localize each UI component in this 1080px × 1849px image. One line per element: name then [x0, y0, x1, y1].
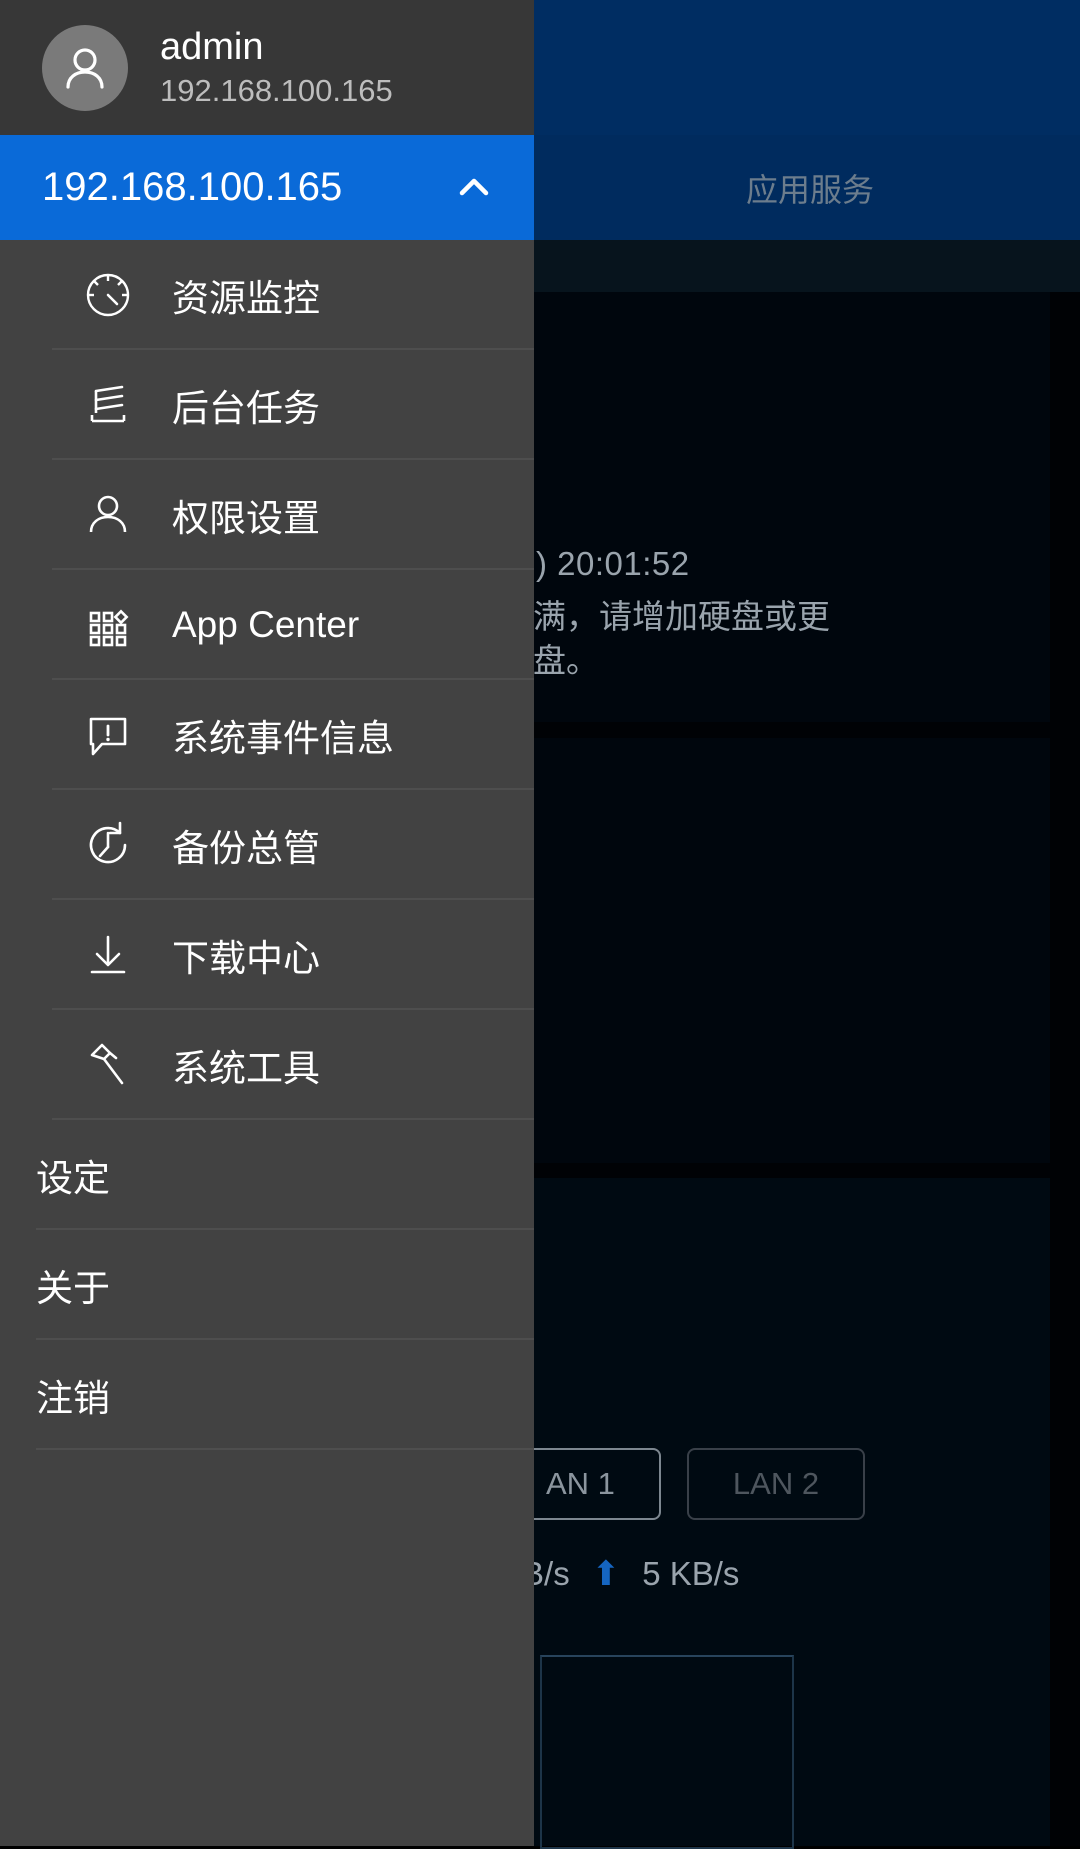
menu-item-system-tools[interactable]: 系统工具 [0, 1010, 534, 1120]
menu-item-label: 备份总管 [172, 828, 320, 869]
background-tab-app-services[interactable]: 应用服务 [540, 165, 1080, 211]
menu-item-privilege-settings[interactable]: 权限设置 [0, 460, 534, 570]
menu-item-label: 设定 [36, 1158, 110, 1199]
menu-item-label: 权限设置 [172, 498, 320, 539]
host-name-label: 192.168.100.165 [42, 165, 343, 209]
menu-item-logout[interactable]: 注销 [0, 1340, 534, 1450]
menu-item-label: 系统工具 [172, 1048, 320, 1089]
account-ip-address: 192.168.100.165 [160, 73, 393, 109]
host-selector[interactable]: 192.168.100.165 [0, 135, 534, 240]
menu-item-label: 注销 [36, 1378, 110, 1419]
drawer-menu: 资源监控 后台任务 权限设置 App Center 系统事件信息 备份总管 下载… [0, 240, 534, 1450]
user-avatar-icon [42, 24, 128, 111]
account-header[interactable]: admin 192.168.100.165 [0, 0, 534, 135]
menu-item-label: 资源监控 [172, 278, 320, 319]
user-icon [76, 483, 140, 547]
background-chart-box [540, 1655, 794, 1849]
gauge-icon [76, 263, 140, 327]
menu-item-label: 关于 [36, 1268, 110, 1309]
task-list-icon [76, 373, 140, 437]
alert-bubble-icon [76, 703, 140, 767]
menu-item-settings[interactable]: 设定 [0, 1120, 534, 1230]
menu-item-download-station[interactable]: 下载中心 [0, 900, 534, 1010]
menu-item-resource-monitor[interactable]: 资源监控 [0, 240, 534, 350]
menu-item-label: App Center [172, 604, 360, 645]
upload-arrow-icon: ⬆ [591, 1555, 621, 1593]
menu-item-label: 系统事件信息 [172, 718, 394, 759]
menu-item-about[interactable]: 关于 [0, 1230, 534, 1340]
network-interface-list: AN 1 LAN 2 [500, 1448, 866, 1520]
menu-item-background-tasks[interactable]: 后台任务 [0, 350, 534, 460]
account-username: admin [160, 25, 264, 68]
menu-item-backup-manager[interactable]: 备份总管 [0, 790, 534, 900]
navigation-drawer: admin 192.168.100.165 192.168.100.165 资源… [0, 0, 534, 1846]
chevron-up-icon[interactable] [450, 164, 498, 212]
menu-item-label: 后台任务 [172, 388, 320, 429]
network-interface-lan2[interactable]: LAN 2 [686, 1448, 866, 1520]
download-icon [76, 923, 140, 987]
notification-timestamp: ) 20:01:52 [536, 545, 690, 582]
menu-item-system-event-logs[interactable]: 系统事件信息 [0, 680, 534, 790]
hammer-icon [76, 1033, 140, 1097]
menu-item-label: 下载中心 [172, 938, 320, 979]
upload-speed-value: 5 KB/s [642, 1555, 740, 1592]
menu-item-app-center[interactable]: App Center [0, 570, 534, 680]
network-speed-row: KB/s ⬆ 5 KB/s [500, 1555, 739, 1593]
app-grid-icon [76, 593, 140, 657]
backup-clock-icon [76, 813, 140, 877]
notification-message: 将满，请增加硬盘或更 硬盘。 [500, 598, 830, 679]
